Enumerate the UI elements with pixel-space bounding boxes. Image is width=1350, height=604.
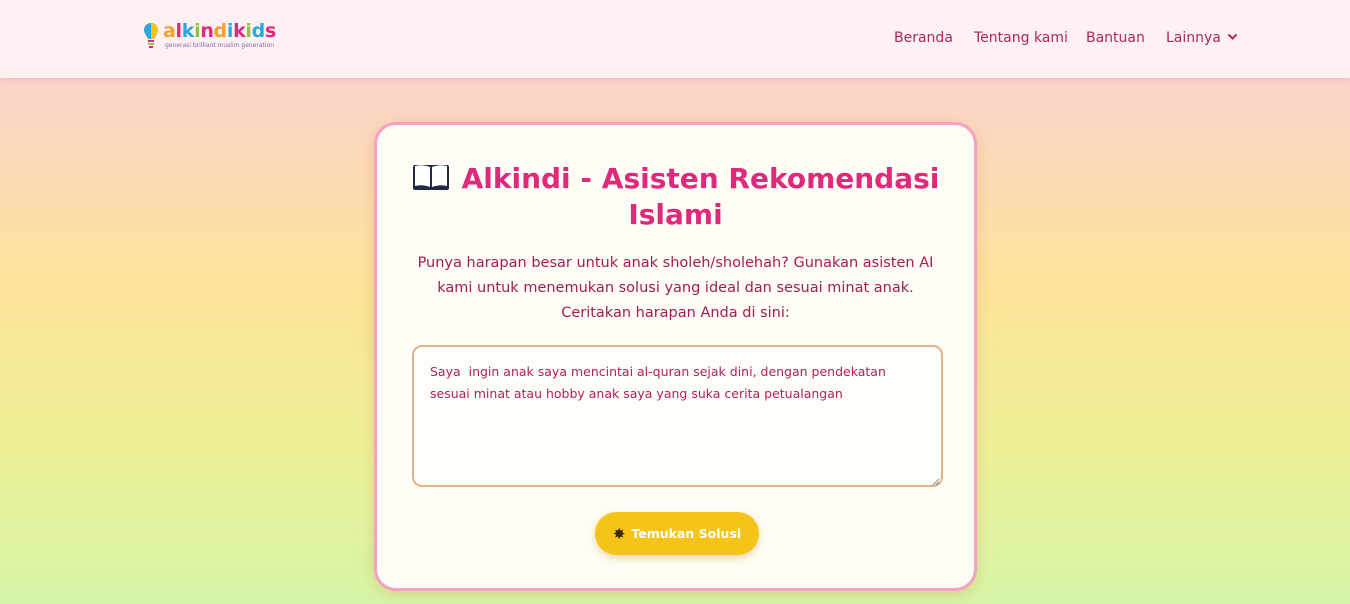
nav-link-beranda[interactable]: Beranda <box>894 30 953 46</box>
page-title-text: Alkindi - Asisten Rekomendasi Islami <box>461 162 940 231</box>
nav-link-lainnya-label: Lainnya <box>1166 30 1221 46</box>
wish-input[interactable]: Saya ingin anak saya mencintai al-quran … <box>412 345 943 487</box>
recommendation-card: Alkindi - Asisten Rekomendasi Islami Pun… <box>374 122 977 591</box>
main-nav: Beranda Tentang kami Bantuan Lainnya <box>0 30 1350 50</box>
nav-link-tentang-kami[interactable]: Tentang kami <box>974 30 1068 46</box>
find-solution-button[interactable]: ✸ Temukan Solusi <box>595 512 759 555</box>
find-solution-label: Temukan Solusi <box>631 526 742 541</box>
chevron-down-icon <box>1227 33 1238 40</box>
nav-link-bantuan[interactable]: Bantuan <box>1086 30 1145 46</box>
open-book-icon <box>412 165 449 190</box>
resize-grip-icon[interactable] <box>932 478 940 486</box>
navbar: alkindikids generasi brilliant muslim ge… <box>0 0 1350 78</box>
page-description: Punya harapan besar untuk anak sholeh/sh… <box>417 255 934 321</box>
page-title: Alkindi - Asisten Rekomendasi Islami <box>397 161 954 233</box>
sparkle-icon: ✸ <box>612 524 626 543</box>
nav-dropdown-lainnya[interactable]: Lainnya <box>1166 30 1238 46</box>
